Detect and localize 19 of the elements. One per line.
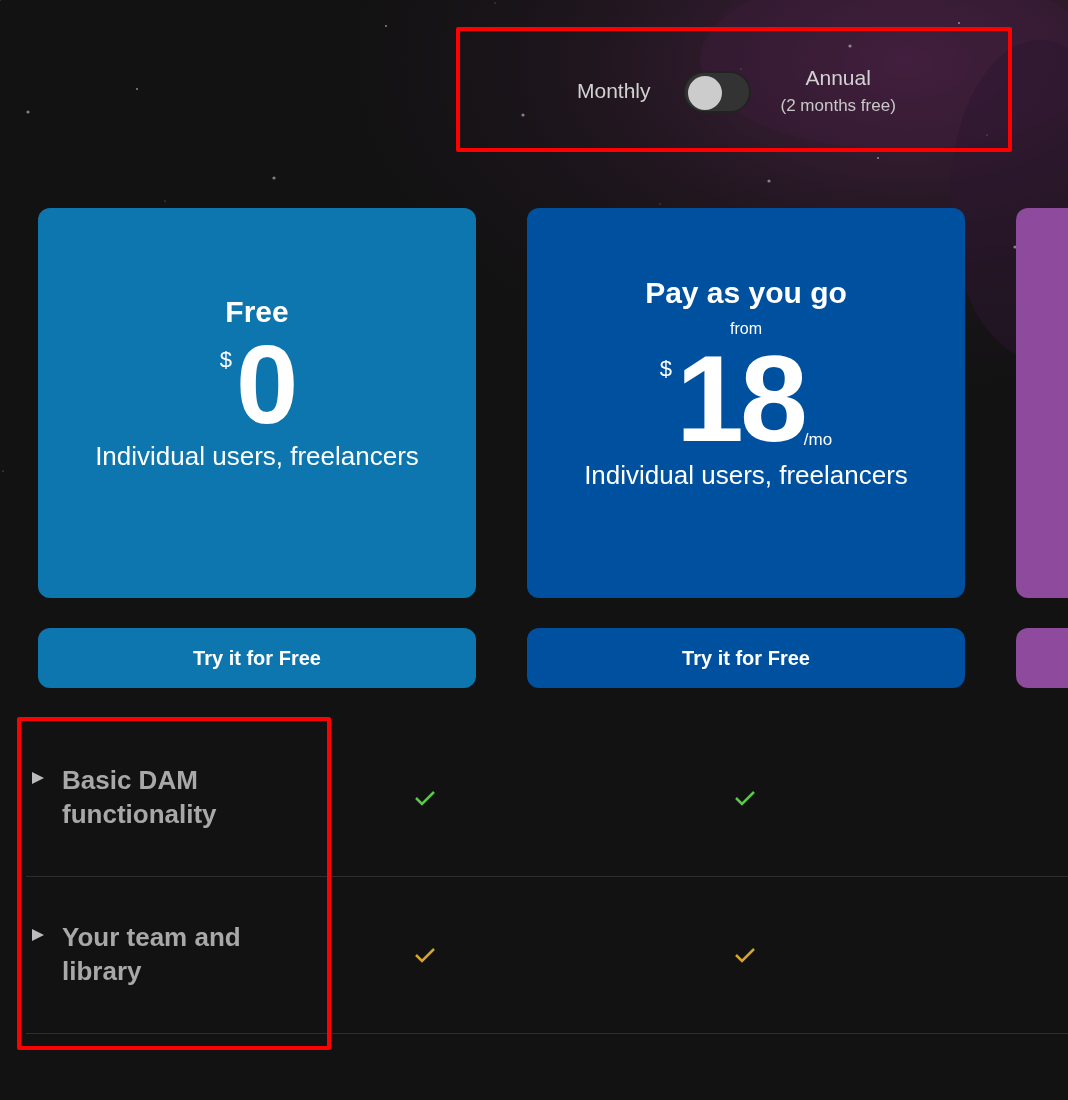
plan-audience: Individual users, freelancers [584,459,908,491]
price-amount: 18 [676,337,804,460]
from-label: from [730,319,762,338]
toggle-label: Monthly [577,79,651,103]
currency-sign: $ [659,357,673,380]
toggle-label: Annual [805,66,871,90]
plan-name: Free [225,294,289,329]
price-amount: 0 [235,328,295,441]
try-button[interactable]: Try it for Free [527,628,965,688]
expand-icon[interactable] [32,929,44,942]
feature-label[interactable]: Your team and library [62,921,262,989]
expand-icon[interactable] [32,772,44,785]
plan-name: Pay as you go [645,275,847,310]
feature-label[interactable]: Basic DAM functionality [62,764,262,832]
price-period: /mo [803,430,833,448]
currency-sign: $ [219,348,232,371]
try-button[interactable]: Try it for Free [38,628,476,688]
plan-audience: Individual users, freelancers [95,440,419,472]
discount-note: (2 months free) [780,96,896,116]
